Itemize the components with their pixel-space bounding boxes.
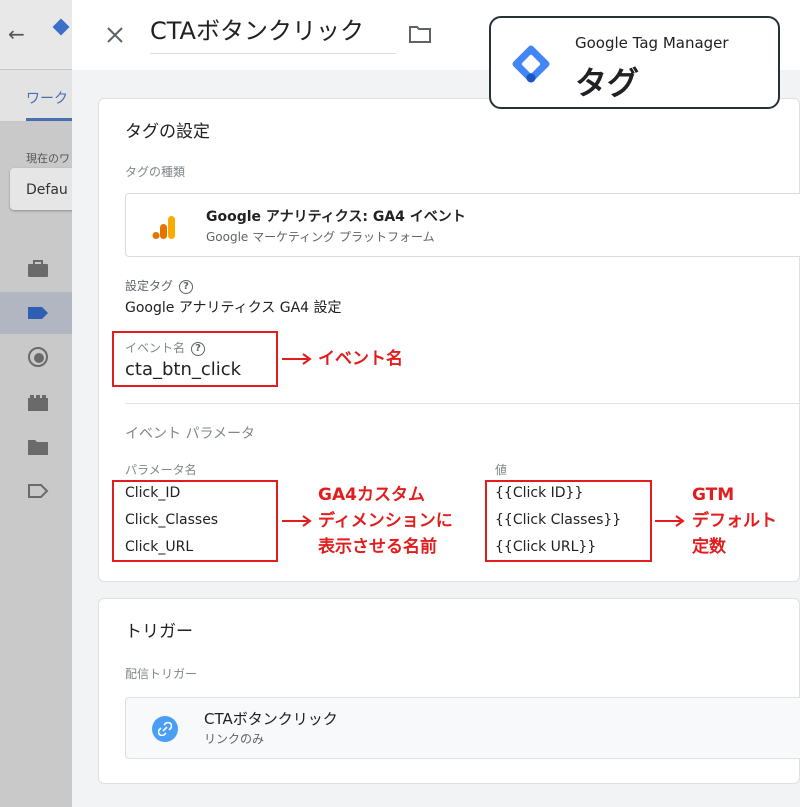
badge-product-name: Google Tag Manager (575, 34, 729, 52)
workspace-label: 現在のワ (26, 152, 70, 165)
arrow-icon (282, 515, 312, 527)
close-icon (107, 27, 123, 43)
annotation-line: デフォルト (692, 511, 777, 531)
folder-icon (409, 26, 431, 43)
analytics-icon (152, 216, 175, 239)
value-header: 値 (495, 463, 508, 477)
event-name-highlight (112, 331, 278, 387)
background-sidebar (0, 122, 72, 807)
tab-workspace[interactable]: ワーク (26, 88, 68, 108)
close-button[interactable] (100, 20, 130, 50)
trigger-item[interactable]: CTAボタンクリック リンクのみ (125, 697, 800, 759)
briefcase-icon[interactable] (27, 258, 49, 280)
tag-name-input[interactable]: CTAボタンクリック (150, 14, 396, 54)
triggering-card[interactable]: トリガー 配信トリガー CTAボタンクリック リンクのみ (98, 598, 800, 784)
config-tag-label-row: 設定タグ? (125, 277, 194, 294)
folder-button[interactable] (408, 24, 434, 46)
template-icon[interactable] (27, 480, 49, 502)
workspace-value: Defau (26, 182, 68, 198)
event-params-label: イベント パラメータ (125, 426, 256, 442)
section-title-tag-config: タグの設定 (125, 122, 210, 142)
link-icon (152, 716, 178, 742)
gtm-logo-icon (512, 45, 550, 83)
tag-icon[interactable] (27, 302, 49, 324)
param-values-annotation: GTM デフォルト 定数 (692, 482, 777, 560)
firing-triggers-label: 配信トリガー (125, 667, 198, 681)
folder-icon[interactable] (27, 436, 49, 458)
variables-icon[interactable] (27, 392, 49, 414)
tag-type-label: タグの種類 (125, 165, 186, 179)
tab-underline (26, 118, 72, 121)
divider (125, 403, 800, 404)
annotation-line: GA4カスタム (318, 485, 425, 505)
param-names-highlight (112, 480, 278, 562)
param-name-header: パラメータ名 (125, 463, 197, 477)
tag-editor-panel: CTAボタンクリック タグの設定 タグの種類 Google アナリティクス: G… (72, 0, 800, 807)
arrow-icon (282, 353, 312, 365)
tag-type-selector[interactable]: Google アナリティクス: GA4 イベント Google マーケティング … (125, 193, 800, 257)
trigger-type: リンクのみ (204, 732, 265, 746)
config-tag-value: Google アナリティクス GA4 設定 (125, 300, 342, 316)
param-names-annotation: GA4カスタム ディメンションに 表示させる名前 (318, 482, 453, 560)
arrow-icon (655, 515, 685, 527)
gtm-badge: Google Tag Manager タグ (489, 16, 780, 109)
param-values-highlight (485, 480, 652, 562)
back-arrow-icon[interactable]: ← (8, 22, 25, 46)
annotation-line: 定数 (692, 537, 726, 557)
annotation-line: GTM (692, 485, 735, 505)
tag-type-vendor: Google マーケティング プラットフォーム (206, 230, 435, 244)
event-name-annotation: イベント名 (318, 349, 403, 369)
tag-type-name: Google アナリティクス: GA4 イベント (206, 209, 466, 225)
annotation-line: 表示させる名前 (318, 537, 437, 557)
trigger-name: CTAボタンクリック (204, 710, 338, 728)
section-title-triggering: トリガー (125, 622, 193, 642)
trigger-icon[interactable] (27, 346, 49, 368)
help-icon[interactable]: ? (179, 279, 194, 294)
badge-title: タグ (575, 64, 640, 102)
config-tag-label: 設定タグ (125, 279, 174, 293)
annotation-line: ディメンションに (318, 511, 453, 531)
